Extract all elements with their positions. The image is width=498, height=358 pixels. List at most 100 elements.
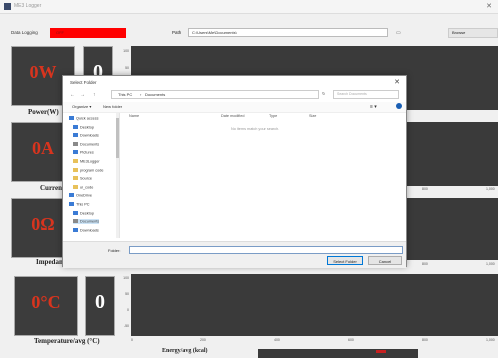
view-options-icon[interactable]: ≡ ▾	[370, 104, 377, 110]
x-tick: 800	[422, 338, 428, 342]
search-placeholder: Search Documents	[337, 92, 367, 96]
navigation-tree: Quick access Desktop Downloads Documents Pic…	[65, 113, 120, 238]
x-tick: 800	[422, 262, 428, 266]
tree-item[interactable]: Downloads	[73, 227, 99, 233]
select-folder-button[interactable]: Select Folder	[327, 256, 363, 265]
chevron-right-icon: ›	[140, 92, 142, 97]
tree-item[interactable]: Documents	[73, 141, 99, 146]
new-folder-button[interactable]: New folder	[103, 104, 122, 109]
dialog-title: Select Folder	[70, 80, 97, 85]
tree-scrollbar[interactable]	[116, 113, 119, 238]
tree-item-label: Desktop	[80, 125, 94, 130]
x-tick: 1,000	[486, 187, 495, 191]
cloud-icon	[69, 193, 74, 198]
path-value: C:\Users\Me\Documents\	[192, 30, 237, 35]
tree-item[interactable]: Documents	[73, 219, 100, 224]
cancel-button[interactable]: Cancel	[368, 256, 402, 265]
tree-item-label: Source	[80, 176, 93, 181]
x-tick: 200	[200, 338, 206, 342]
close-icon[interactable]: ✕	[486, 2, 492, 10]
address-segment[interactable]: This PC	[118, 92, 132, 97]
refresh-icon[interactable]: ↻	[322, 91, 325, 96]
dialog-title-bar	[63, 76, 406, 88]
y-tick: 100	[123, 49, 129, 53]
energy-chart-strip	[258, 349, 418, 358]
organize-menu[interactable]: Organize ▾	[72, 104, 91, 109]
x-tick: 800	[422, 187, 428, 191]
star-icon	[69, 116, 74, 120]
tree-item[interactable]: Source	[73, 176, 92, 181]
download-icon	[73, 227, 78, 232]
tree-item[interactable]: Pictures	[73, 150, 94, 155]
temperature-chart-x-axis: 0 200 400 600 800 1,000	[131, 338, 498, 346]
x-tick: 1,000	[486, 338, 495, 342]
browse-button[interactable]: Browse	[448, 28, 498, 38]
column-header-name[interactable]: Name	[129, 114, 139, 118]
download-icon	[73, 133, 78, 138]
address-bar[interactable]: This PC › Documents	[111, 90, 319, 99]
tree-item-label: Quick access	[76, 116, 99, 121]
x-tick: 1,000	[486, 262, 495, 266]
column-header-date-modified[interactable]: Date modified	[221, 114, 244, 118]
y-tick: -50	[123, 324, 129, 328]
temperature-small-tile: 0	[85, 276, 115, 336]
scrollbar-thumb[interactable]	[116, 118, 119, 158]
tree-item[interactable]: Quick access	[69, 116, 99, 121]
tree-item[interactable]: Desktop	[73, 124, 94, 130]
tree-item-label: Desktop	[80, 211, 94, 216]
document-icon	[73, 219, 78, 224]
tree-item[interactable]: OneDrive	[69, 193, 92, 198]
tree-item[interactable]: program code	[73, 167, 104, 173]
select-folder-dialog: Select Folder ✕ ← → ↑ This PC › Document…	[62, 75, 407, 268]
temperature-chart	[131, 274, 498, 336]
tree-item[interactable]: ME3Logger	[73, 159, 100, 164]
energy-marker	[376, 350, 386, 353]
tree-item[interactable]: Downloads	[73, 133, 99, 138]
tree-item[interactable]: ui_code	[73, 184, 94, 190]
path-field[interactable]: C:\Users\Me\Documents\	[188, 28, 388, 37]
app-icon	[4, 3, 11, 10]
dialog-close-icon[interactable]: ✕	[394, 78, 400, 86]
folder-icon	[73, 159, 78, 163]
tree-item[interactable]: This PC	[69, 202, 90, 207]
tree-item-label: Downloads	[80, 228, 99, 233]
y-tick: 100	[123, 276, 129, 280]
up-icon[interactable]: ↑	[93, 92, 96, 98]
folder-icon	[73, 167, 78, 172]
temperature-small-value: 0	[95, 291, 105, 313]
select-folder-button-label: Select Folder	[333, 258, 357, 264]
forward-icon[interactable]: →	[80, 92, 85, 98]
folder-icon	[73, 184, 78, 189]
folder-browse-icon[interactable]: ▭	[396, 30, 401, 36]
temperature-tile: 0°C	[14, 276, 78, 336]
temperature-chart-y-axis: 100 50 0 -50	[118, 274, 131, 336]
search-input[interactable]: Search Documents	[333, 90, 399, 99]
column-header-type[interactable]: Type	[269, 114, 277, 118]
tree-item-label: ui_code	[80, 185, 94, 190]
tree-item-label: program code	[80, 168, 104, 173]
y-tick: 0	[127, 308, 129, 312]
tree-item[interactable]: Desktop	[73, 210, 94, 216]
folder-icon	[73, 176, 78, 181]
power-label: Power(W)	[28, 108, 59, 116]
folder-label: Folder:	[108, 248, 121, 253]
data-logging-label: Data Logging	[11, 30, 38, 35]
back-icon[interactable]: ←	[70, 92, 75, 98]
tree-item-label: OneDrive	[76, 193, 93, 198]
y-tick: 50	[125, 66, 129, 70]
tree-item-label: Downloads	[80, 133, 99, 138]
title-bar	[0, 0, 498, 14]
desktop-icon	[73, 124, 78, 129]
y-tick: 50	[125, 292, 129, 296]
x-tick: 0	[131, 338, 133, 342]
address-segment[interactable]: Documents	[145, 92, 165, 97]
folder-input[interactable]	[129, 246, 403, 254]
temperature-label: Temperature/avg (°C)	[34, 337, 100, 345]
energy-axis-label: Energy/avg (kcal)	[162, 348, 208, 354]
help-icon[interactable]	[396, 103, 402, 109]
tree-item-label: ME3Logger	[80, 159, 100, 164]
document-icon	[73, 141, 78, 146]
temperature-value: 0°C	[31, 292, 61, 312]
column-header-size[interactable]: Size	[309, 114, 316, 118]
desktop-icon	[73, 210, 78, 215]
